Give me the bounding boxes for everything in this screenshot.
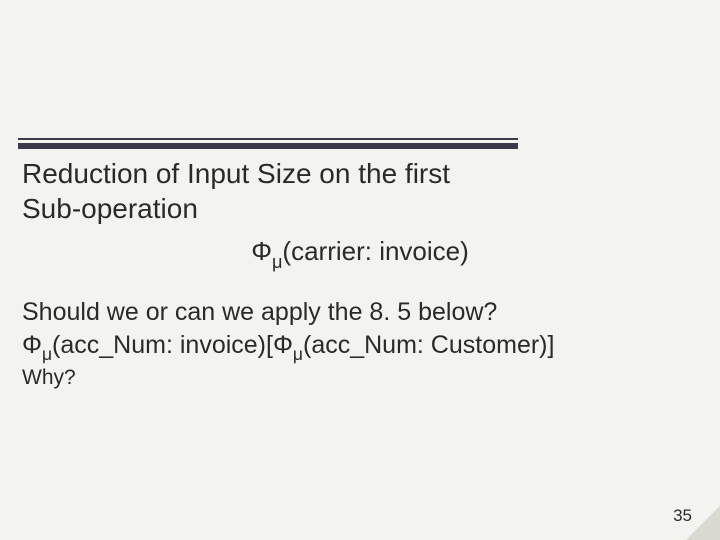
question-text: Should we or can we apply the 8. 5 below… <box>22 298 497 326</box>
expr-part-2: (acc_Num: Customer)] <box>303 331 554 359</box>
phi-symbol-2: Φ <box>22 331 42 359</box>
mu-subscript: μ <box>272 252 282 272</box>
slide: Reduction of Input Size on the first Sub… <box>0 0 720 540</box>
title-line-2: Sub-operation <box>22 193 198 224</box>
phi-symbol: Φ <box>251 236 272 266</box>
mu-subscript-3: μ <box>293 344 303 364</box>
title-line-1: Reduction of Input Size on the first <box>22 158 450 189</box>
phi-symbol-3: Φ <box>273 331 293 359</box>
formula-args: (carrier: invoice) <box>282 236 468 266</box>
why-text: Why? <box>22 366 76 390</box>
slide-title: Reduction of Input Size on the first Sub… <box>22 156 450 226</box>
divider-thin <box>18 138 518 140</box>
divider-thick <box>18 143 518 149</box>
expr-part-1: (acc_Num: invoice)[ <box>52 331 273 359</box>
page-number: 35 <box>673 506 692 526</box>
mu-subscript-2: μ <box>42 344 52 364</box>
body-text: Should we or can we apply the 8. 5 below… <box>22 296 554 364</box>
formula-center: Φμ(carrier: invoice) <box>0 236 720 271</box>
